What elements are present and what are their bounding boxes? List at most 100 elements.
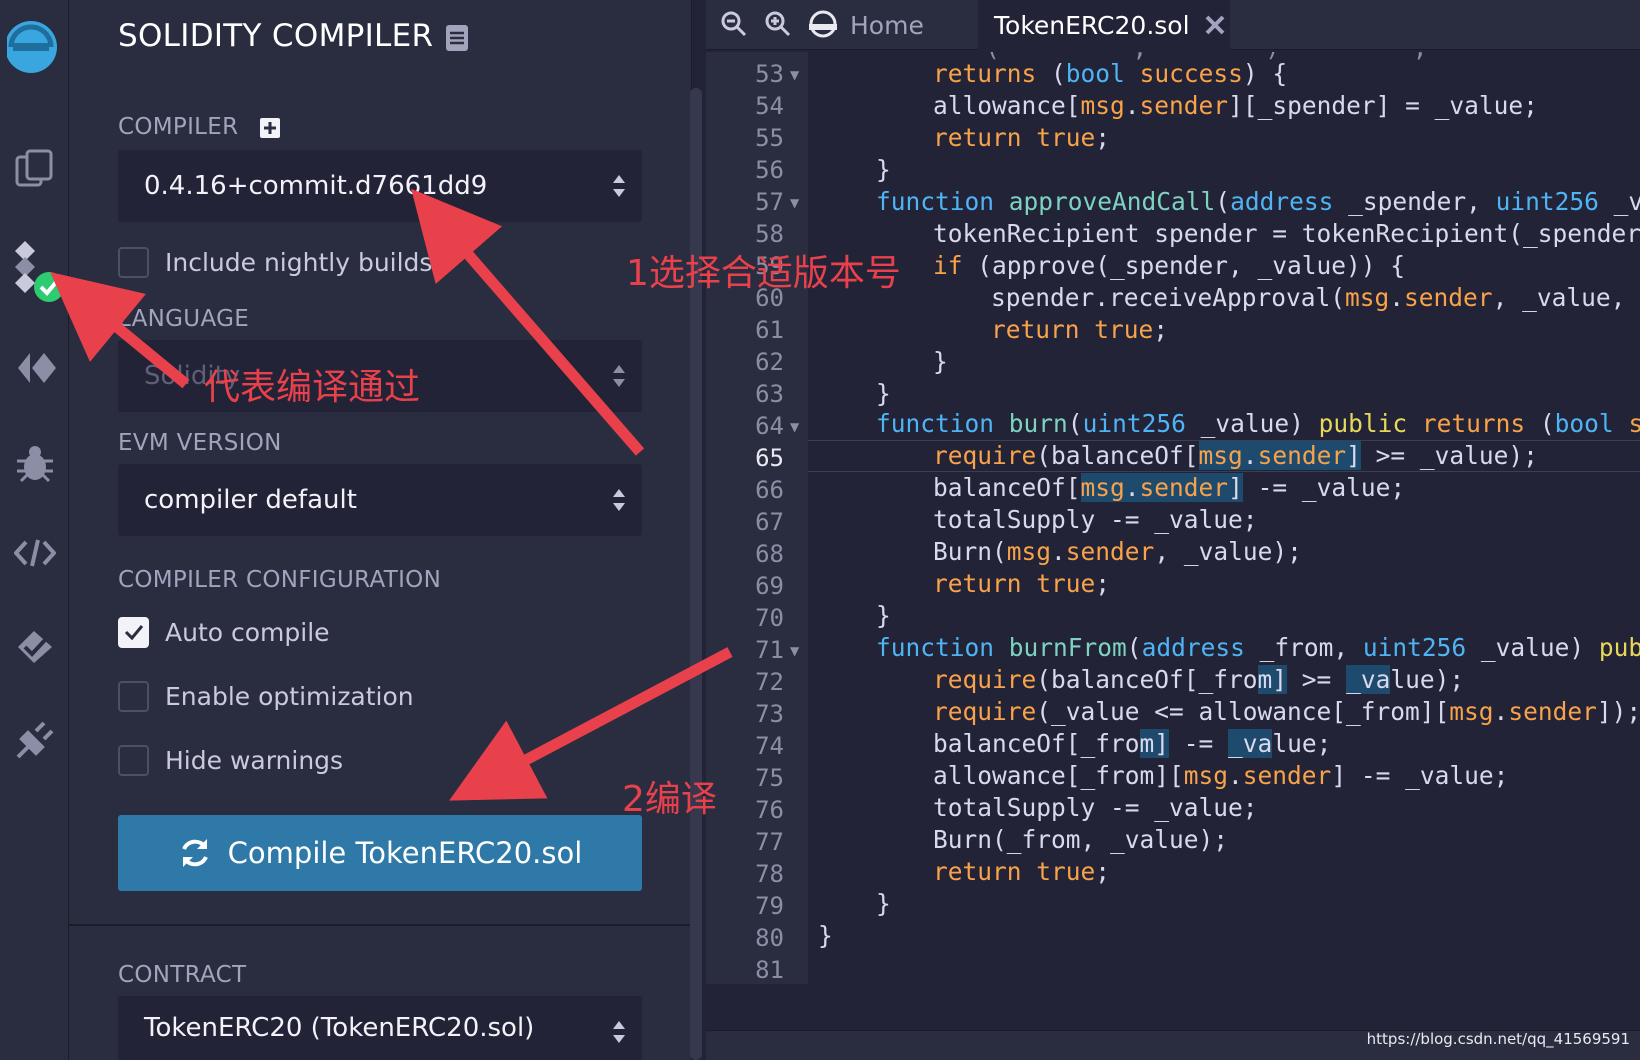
code-editor[interactable]: ( , ) , returns (bool success) { allowan… [808, 52, 1640, 984]
line-number: 75 [755, 764, 784, 792]
documentation-icon[interactable] [445, 24, 469, 56]
code-line: } [876, 601, 891, 630]
debugger-icon[interactable] [0, 428, 69, 498]
tab-home[interactable]: Home [806, 0, 924, 50]
code-line: returns (bool success) { [933, 59, 1288, 88]
code-line: allowance[_from][msg.sender] -= _value; [933, 761, 1509, 790]
line-number: 66 [755, 476, 784, 504]
line-number: 72 [755, 668, 784, 696]
remix-home-icon [809, 10, 837, 38]
option-label: Enable optimization [165, 681, 414, 711]
code-line: } [876, 155, 891, 184]
nightly-builds-checkbox[interactable] [118, 246, 149, 278]
compiler-version-value: 0.4.16+commit.d7661dd9 [144, 171, 488, 201]
line-number: 57 [755, 188, 784, 216]
line-number: 69 [755, 572, 784, 600]
line-number: 73 [755, 700, 784, 728]
line-number: 67 [755, 508, 784, 536]
code-line: require(balanceOf[msg.sender] >= _value)… [933, 441, 1538, 470]
annotation-compile-step: 2编译 [622, 779, 717, 820]
option-label: Auto compile [165, 617, 330, 647]
solidity-compiler-icon[interactable] [0, 238, 69, 308]
code-line: balanceOf[msg.sender] -= _value; [933, 473, 1406, 502]
close-tab-icon[interactable] [1204, 14, 1226, 36]
panel-divider [69, 924, 692, 926]
code-line: totalSupply -= _value; [933, 793, 1258, 822]
line-number: 63 [755, 380, 784, 408]
code-line: Burn(msg.sender, _value); [933, 537, 1302, 566]
plugin-manager-icon[interactable] [0, 705, 69, 775]
select-arrows-icon [613, 175, 625, 197]
evm-version-value: compiler default [144, 485, 357, 515]
tab-file-active[interactable]: TokenERC20.sol [978, 0, 1230, 50]
compiler-panel: SOLIDITY COMPILER COMPILER 0.4.16+commit… [69, 0, 702, 1060]
zoom-out-icon[interactable] [720, 10, 748, 42]
code-line: } [876, 379, 891, 408]
line-number: 68 [755, 540, 784, 568]
fold-toggle-icon[interactable]: ▼ [790, 196, 799, 210]
auto-compile-checkbox[interactable] [118, 616, 149, 648]
line-number: 64 [755, 412, 784, 440]
language-label: LANGUAGE [118, 306, 250, 332]
tab-home-label: Home [850, 10, 924, 40]
code-line: return true; [933, 569, 1111, 598]
code-analysis-icon[interactable] [0, 518, 69, 588]
code-line: totalSupply -= _value; [933, 505, 1258, 534]
compile-button[interactable]: Compile TokenERC20.sol [118, 815, 642, 891]
remix-logo-icon[interactable] [0, 8, 69, 78]
checkmark-icon [124, 625, 143, 641]
fold-toggle-icon[interactable]: ▼ [790, 644, 799, 658]
select-arrows-icon [613, 489, 625, 511]
line-number: 77 [755, 828, 784, 856]
hide-warnings-checkbox[interactable] [118, 744, 149, 776]
file-explorer-icon[interactable] [0, 135, 69, 205]
add-compiler-icon[interactable] [259, 117, 281, 143]
fold-toggle-icon[interactable]: ▼ [790, 68, 799, 82]
line-number: 78 [755, 860, 784, 888]
code-line: tokenRecipient spender = tokenRecipient(… [933, 219, 1640, 248]
nightly-builds-label: Include nightly builds [165, 247, 433, 277]
tab-file-label: TokenERC20.sol [994, 10, 1190, 40]
compile-success-badge-icon [33, 272, 64, 302]
line-number: 74 [755, 732, 784, 760]
deploy-run-icon[interactable] [0, 333, 69, 403]
watermark-text: https://blog.csdn.net/qq_41569591 [1366, 1030, 1630, 1048]
option-label: Hide warnings [165, 745, 344, 775]
code-line: } [818, 921, 833, 950]
line-number: 56 [755, 156, 784, 184]
code-line: return true; [933, 123, 1111, 152]
select-arrows-icon [613, 365, 625, 387]
line-number: 79 [755, 892, 784, 920]
line-number: 70 [755, 604, 784, 632]
evm-version-select[interactable]: compiler default [118, 464, 642, 536]
enable-optimization-option[interactable]: Enable optimization [118, 679, 414, 713]
annotation-select-version: 1选择合适版本号 [626, 253, 901, 294]
panel-scrollbar[interactable] [690, 88, 702, 1060]
line-number: 80 [755, 924, 784, 952]
code-line: } [876, 889, 891, 918]
testing-icon[interactable] [0, 612, 69, 682]
enable-optimization-checkbox[interactable] [118, 680, 149, 712]
code-line: require(_value <= allowance[_from][msg.s… [933, 697, 1640, 726]
nightly-builds-option[interactable]: Include nightly builds [118, 245, 432, 279]
code-line: balanceOf[_from] -= _value; [933, 729, 1332, 758]
fold-toggle-icon[interactable]: ▼ [790, 420, 799, 434]
code-line: require(balanceOf[_from] >= _value); [933, 665, 1465, 694]
compiler-version-select[interactable]: 0.4.16+commit.d7661dd9 [118, 150, 642, 222]
contract-label: CONTRACT [118, 962, 247, 988]
line-number: 62 [755, 348, 784, 376]
line-number: 81 [755, 956, 784, 984]
contract-select[interactable]: TokenERC20 (TokenERC20.sol) [118, 996, 642, 1060]
code-line: if (approve(_spender, _value)) { [933, 251, 1406, 280]
code-line: allowance[msg.sender][_spender] = _value… [933, 91, 1538, 120]
annotation-compile-passed: 代表编译通过 [204, 367, 421, 408]
line-number-gutter: 53 ▼ 54 55 56 57 ▼ 58 59 60 61 62 63 64 ▼ 65 66 67 68 69 70 7… [706, 52, 808, 984]
line-number: 54 [755, 92, 784, 120]
contract-value: TokenERC20 (TokenERC20.sol) [144, 1013, 535, 1043]
zoom-in-icon[interactable] [764, 10, 792, 42]
code-line: return true; [933, 857, 1111, 886]
hide-warnings-option[interactable]: Hide warnings [118, 743, 343, 777]
line-number: 53 [755, 60, 784, 88]
line-number: 65 [755, 444, 784, 472]
auto-compile-option[interactable]: Auto compile [118, 615, 330, 649]
